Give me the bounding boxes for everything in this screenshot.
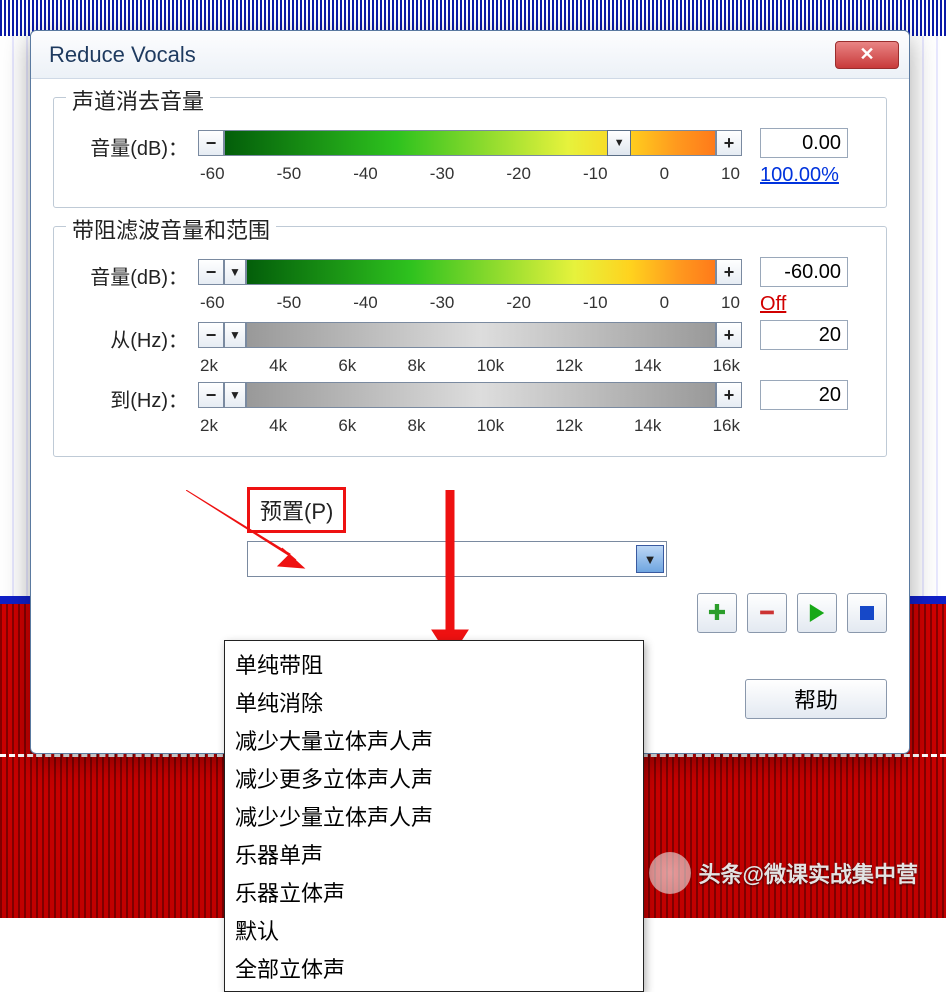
tick: -60 (200, 164, 225, 184)
dropdown-icon[interactable]: ▼ (224, 259, 246, 285)
decrement-button[interactable]: − (198, 382, 224, 408)
tick: 16k (713, 416, 740, 436)
tick: -10 (583, 164, 608, 184)
add-preset-button[interactable]: ✚ (697, 593, 737, 633)
tick: 6k (338, 416, 356, 436)
tick: -30 (430, 164, 455, 184)
close-button[interactable]: ✕ (835, 41, 899, 69)
preset-option[interactable]: 单纯消除 (225, 683, 643, 721)
group-title: 带阻滤波音量和范围 (66, 213, 276, 245)
increment-button[interactable]: + (716, 322, 742, 348)
tick: -50 (277, 164, 302, 184)
from-slider[interactable] (246, 322, 716, 348)
preset-option[interactable]: 全部立体声 (225, 949, 643, 987)
to-label: 到(Hz)： (72, 380, 188, 413)
group-title: 声道消去音量 (66, 84, 210, 116)
to-slider[interactable] (246, 382, 716, 408)
preset-option[interactable]: 乐器立体声 (225, 873, 643, 911)
group-vocal-remove: 声道消去音量 音量(dB)： − ▼ + -60 -50 -40 (53, 97, 887, 208)
tick: 0 (660, 164, 669, 184)
tick: -40 (353, 293, 378, 313)
preset-option[interactable]: 乐器单声 (225, 835, 643, 873)
tick: -40 (353, 164, 378, 184)
bs-volume-label: 音量(dB)： (72, 257, 188, 290)
tick: 12k (555, 416, 582, 436)
play-button[interactable] (797, 593, 837, 633)
preset-option[interactable]: 默认 (225, 911, 643, 949)
to-value-input[interactable] (760, 380, 848, 410)
tick: -10 (583, 293, 608, 313)
increment-button[interactable]: + (716, 130, 742, 156)
remove-preset-button[interactable]: ━ (747, 593, 787, 633)
tick: -60 (200, 293, 225, 313)
from-label: 从(Hz)： (72, 320, 188, 353)
tick: -30 (430, 293, 455, 313)
tick: 16k (713, 356, 740, 376)
titlebar: Reduce Vocals ✕ (31, 31, 909, 79)
stop-button[interactable] (847, 593, 887, 633)
watermark: 头条@微课实战集中营 (649, 852, 918, 894)
tick: 8k (408, 356, 426, 376)
tick: 10 (721, 293, 740, 313)
increment-button[interactable]: + (716, 382, 742, 408)
increment-button[interactable]: + (716, 259, 742, 285)
volume-slider[interactable]: ▼ (224, 130, 716, 156)
window-title: Reduce Vocals (49, 42, 196, 68)
preset-option[interactable]: 单纯带阻 (225, 645, 643, 683)
off-link[interactable]: Off (760, 293, 868, 316)
tick: -20 (506, 164, 531, 184)
tick: 0 (660, 293, 669, 313)
bs-volume-slider[interactable] (246, 259, 716, 285)
dropdown-icon[interactable]: ▼ (224, 382, 246, 408)
tick: 4k (269, 356, 287, 376)
help-button[interactable]: 帮助 (745, 679, 887, 719)
group-bandstop: 带阻滤波音量和范围 音量(dB)： − ▼ + -60 -50 -40 -30 (53, 226, 887, 457)
preset-option[interactable]: 减少少量立体声人声 (225, 797, 643, 835)
tick: 10 (721, 164, 740, 184)
volume-value-input[interactable] (760, 128, 848, 158)
tick: 14k (634, 416, 661, 436)
decrement-button[interactable]: − (198, 130, 224, 156)
volume-label: 音量(dB)： (72, 128, 188, 161)
tick: 2k (200, 356, 218, 376)
tick: -50 (277, 293, 302, 313)
tick: 2k (200, 416, 218, 436)
tick: -20 (506, 293, 531, 313)
chevron-down-icon[interactable]: ▼ (636, 545, 664, 573)
decrement-button[interactable]: − (198, 322, 224, 348)
preset-option[interactable]: 减少大量立体声人声 (225, 721, 643, 759)
tick: 10k (477, 416, 504, 436)
tick: 14k (634, 356, 661, 376)
tick: 12k (555, 356, 582, 376)
preset-option[interactable]: 减少更多立体声人声 (225, 759, 643, 797)
tick: 8k (408, 416, 426, 436)
tick: 6k (338, 356, 356, 376)
tick: 4k (269, 416, 287, 436)
bs-volume-value-input[interactable] (760, 257, 848, 287)
decrement-button[interactable]: − (198, 259, 224, 285)
slider-thumb[interactable]: ▼ (607, 130, 631, 156)
from-value-input[interactable] (760, 320, 848, 350)
dropdown-icon[interactable]: ▼ (224, 322, 246, 348)
tick: 10k (477, 356, 504, 376)
volume-percent[interactable]: 100.00% (760, 164, 868, 187)
preset-dropdown-list: 单纯带阻单纯消除减少大量立体声人声减少更多立体声人声减少少量立体声人声乐器单声乐… (224, 640, 644, 992)
